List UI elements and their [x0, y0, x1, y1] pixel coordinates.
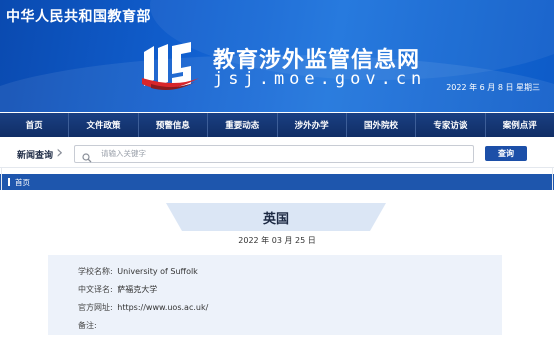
info-row-school-name: 学校名称: University of Suffolk: [78, 266, 198, 277]
ministry-name: 中华人民共和国教育部: [6, 9, 151, 25]
info-label: 学校名称:: [78, 267, 113, 276]
current-date: 2022 年 6 月 8 日 星期三: [446, 83, 540, 92]
info-label: 中文译名:: [78, 285, 113, 294]
nav-item-case-reviews[interactable]: 案例点评: [486, 113, 554, 137]
main-nav: 首页 文件政策 预警信息 重要动态 涉外办学 国外院校 专家访谈 案例点评: [0, 113, 554, 137]
breadcrumb-marker: [8, 178, 10, 186]
breadcrumb: 首页: [0, 174, 554, 190]
nav-item-home[interactable]: 首页: [0, 113, 70, 137]
js-logo-icon[interactable]: [141, 40, 203, 94]
info-label: 备注:: [78, 321, 97, 330]
site-domain: jsj.moe.gov.cn: [213, 69, 427, 89]
publish-date: 2022 年 03 月 25 日: [238, 236, 316, 245]
news-search-label: 新闻查询: [17, 151, 54, 161]
nav-item-expert-interviews[interactable]: 专家访谈: [416, 113, 486, 137]
info-label: 官方网址:: [78, 303, 113, 312]
page-title: 英国: [262, 212, 289, 227]
website-link[interactable]: https://www.uos.ac.uk/: [117, 303, 208, 312]
search-input[interactable]: [101, 147, 461, 160]
search-box[interactable]: [74, 145, 474, 163]
breadcrumb-home-link[interactable]: 首页: [15, 177, 30, 188]
nav-item-policy-documents[interactable]: 文件政策: [69, 113, 139, 137]
nav-item-foreign-education[interactable]: 涉外办学: [278, 113, 347, 137]
info-value: University of Suffolk: [117, 267, 198, 276]
search-button[interactable]: 查询: [485, 146, 527, 161]
info-row-remarks: 备注:: [78, 320, 99, 331]
school-info-box: 学校名称: University of Suffolk 中文译名: 萨福克大学 …: [48, 255, 502, 335]
chevron-right-icon: ›: [56, 142, 64, 163]
title-tab: 英国: [166, 203, 386, 231]
info-row-chinese-name: 中文译名: 萨福克大学: [78, 284, 157, 295]
nav-item-warnings[interactable]: 预警信息: [139, 113, 209, 137]
site-banner: 中华人民共和国教育部 教育涉外监管信息网 jsj.moe.gov.cn 2022…: [0, 0, 554, 112]
search-icon: [82, 148, 92, 167]
info-value: 萨福克大学: [117, 285, 158, 294]
info-row-website: 官方网址: https://www.uos.ac.uk/: [78, 302, 208, 313]
nav-item-foreign-institutions[interactable]: 国外院校: [347, 113, 417, 137]
nav-item-news[interactable]: 重要动态: [208, 113, 278, 137]
search-bar: 新闻查询 › 查询: [0, 141, 554, 168]
article-content: 英国 2022 年 03 月 25 日 学校名称: University of …: [0, 190, 554, 347]
